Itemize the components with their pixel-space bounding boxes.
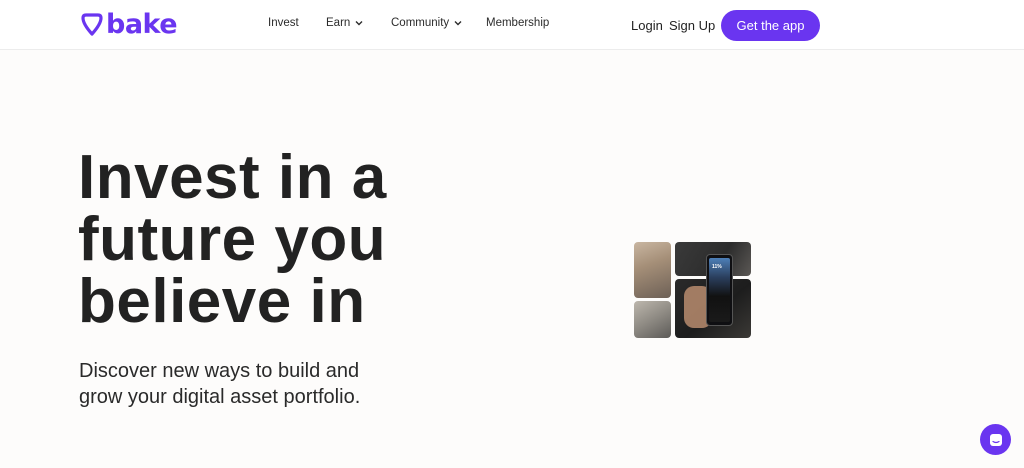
collage-photo-street	[634, 301, 671, 338]
logo-text: bake	[106, 9, 178, 40]
chevron-down-icon	[355, 21, 363, 26]
chat-launcher-button[interactable]	[980, 424, 1011, 455]
chevron-down-icon	[454, 21, 462, 26]
login-link[interactable]: Login	[631, 18, 663, 33]
collage-photo-person	[634, 242, 671, 298]
hero-title: Invest in a future you believe in	[78, 143, 387, 336]
nav-earn[interactable]: Earn	[326, 17, 363, 29]
nav-membership-label: Membership	[486, 17, 550, 29]
chat-icon	[989, 433, 1002, 446]
phone-value: 11%	[712, 264, 722, 270]
nav-earn-label: Earn	[326, 17, 351, 29]
logo-heart-icon	[81, 13, 103, 36]
nav-invest-label: Invest	[268, 17, 299, 29]
get-the-app-button[interactable]: Get the app	[721, 10, 820, 41]
phone-screen: 11%	[709, 258, 730, 322]
nav-invest[interactable]: Invest	[268, 17, 299, 29]
nav-community-label: Community	[391, 17, 450, 29]
signup-link[interactable]: Sign Up	[669, 18, 715, 33]
top-navbar: bake Invest Earn Community Membership Lo…	[0, 0, 1024, 50]
nav-membership[interactable]: Membership	[486, 17, 549, 29]
phone-mockup: 11%	[706, 254, 733, 326]
hero-subtitle: Discover new ways to build and grow your…	[79, 360, 361, 408]
nav-community[interactable]: Community	[391, 17, 462, 29]
hero-image-collage: 11%	[634, 242, 751, 338]
logo[interactable]: bake	[79, 9, 178, 40]
